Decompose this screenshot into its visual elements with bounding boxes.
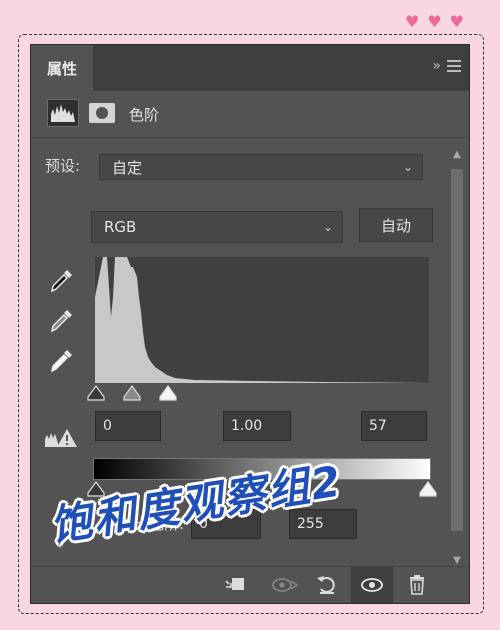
- visibility-eye-icon: [361, 578, 383, 592]
- preset-value: 自定: [112, 158, 143, 177]
- layer-mask-icon[interactable]: [89, 103, 115, 123]
- heart-icon: ♥: [427, 12, 442, 31]
- levels-histogram: [95, 257, 429, 383]
- input-gamma-field[interactable]: 1.00: [223, 411, 291, 441]
- panel-titlebar: 属性 »: [31, 45, 469, 91]
- panel-bottom-toolbar: [31, 566, 469, 603]
- input-gamma-slider[interactable]: [123, 385, 141, 401]
- tab-properties[interactable]: 属性: [31, 45, 93, 91]
- hearts-decoration: ♥ ♥ ♥: [405, 14, 464, 30]
- panel-menu-icon[interactable]: [447, 57, 461, 75]
- preset-dropdown[interactable]: 自定 ⌄: [99, 154, 423, 180]
- channel-value: RGB: [104, 218, 137, 236]
- levels-histogram-icon[interactable]: [47, 99, 79, 127]
- delete-icon[interactable]: [405, 573, 429, 597]
- input-black-field[interactable]: 0: [95, 411, 161, 441]
- black-eyedropper-icon[interactable]: [47, 267, 75, 295]
- input-white-slider[interactable]: [159, 385, 177, 401]
- channel-dropdown[interactable]: RGB ⌄: [91, 211, 343, 243]
- adjustment-header: 色阶: [31, 91, 469, 138]
- heart-icon: ♥: [449, 12, 464, 31]
- clipping-warning-icon[interactable]: [43, 425, 79, 449]
- output-white-slider[interactable]: [419, 481, 437, 497]
- reset-icon[interactable]: [315, 573, 339, 597]
- view-previous-state-icon[interactable]: [271, 573, 299, 597]
- input-black-slider[interactable]: [87, 385, 105, 401]
- collapse-icon[interactable]: »: [432, 58, 441, 74]
- scrollbar[interactable]: ▲ ▼: [449, 149, 465, 569]
- heart-icon: ♥: [404, 12, 420, 31]
- input-white-field[interactable]: 57: [361, 411, 427, 441]
- adjustment-title: 色阶: [129, 106, 160, 124]
- chevron-down-icon: ⌄: [322, 220, 333, 234]
- white-eyedropper-icon[interactable]: [47, 347, 75, 375]
- auto-button[interactable]: 自动: [359, 208, 433, 242]
- chevron-down-icon: ⌄: [402, 160, 413, 174]
- clip-to-layer-icon[interactable]: [223, 573, 247, 597]
- scrollbar-thumb[interactable]: [451, 169, 463, 531]
- scroll-up-icon[interactable]: ▲: [449, 149, 465, 163]
- preset-label: 预设:: [45, 157, 81, 175]
- visibility-toggle[interactable]: [351, 567, 393, 603]
- gray-eyedropper-icon[interactable]: [47, 307, 75, 335]
